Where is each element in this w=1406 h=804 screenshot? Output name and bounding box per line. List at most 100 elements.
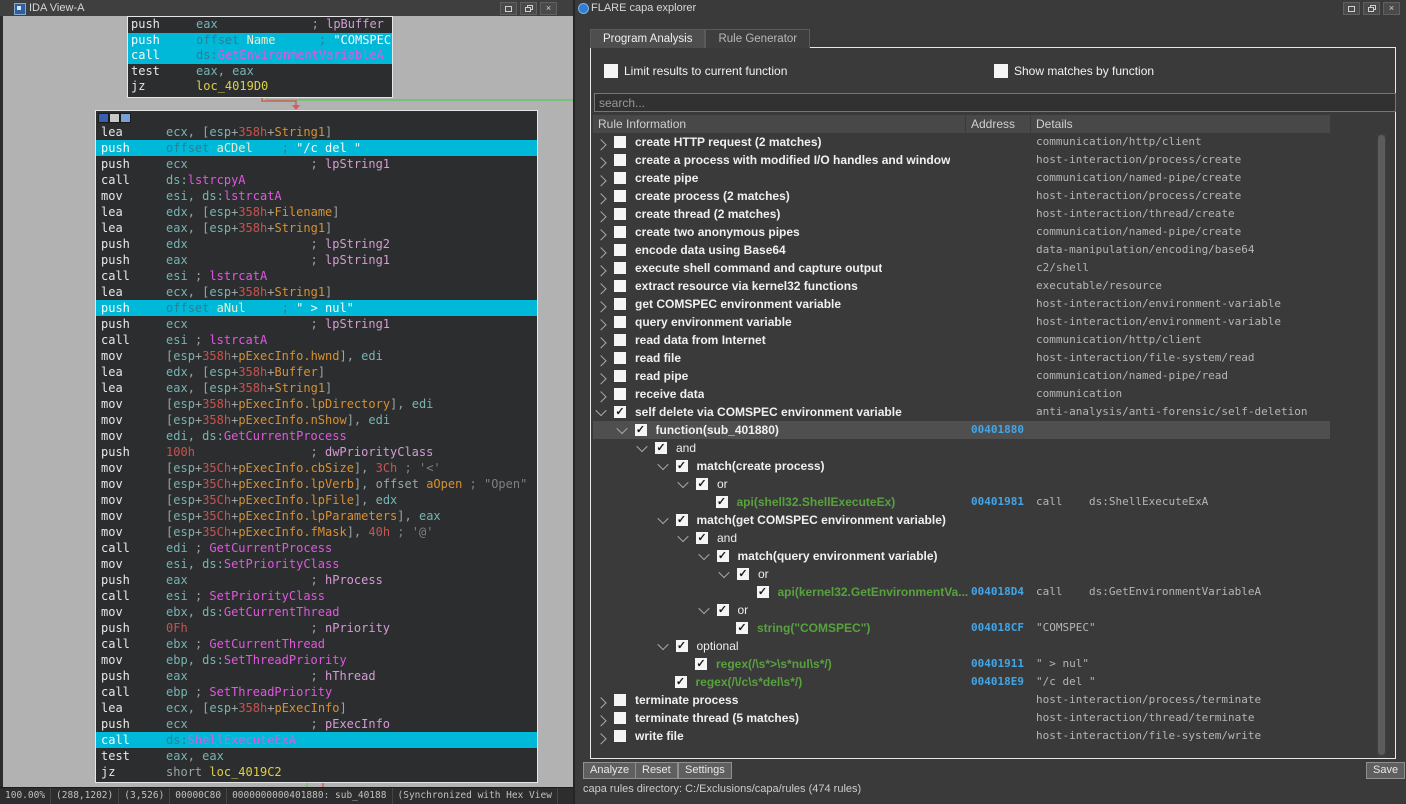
chevron-right-icon[interactable] — [595, 733, 607, 745]
rule-row[interactable]: create HTTP request (2 matches) communica… — [593, 133, 1330, 151]
asm-line[interactable]: mov esi, ds:lstrcatA — [96, 188, 537, 204]
column-header-rule-information[interactable]: Rule Information — [593, 115, 966, 133]
chevron-right-icon[interactable] — [595, 301, 607, 313]
row-checkbox[interactable] — [614, 280, 626, 292]
row-checkbox[interactable]: ✓ — [696, 478, 708, 490]
node-icon[interactable] — [109, 113, 120, 123]
row-checkbox[interactable] — [614, 172, 626, 184]
tree-row[interactable]: ✓ regex(/\s*>\s*nul\s*/) 00401911 " > nul" — [593, 655, 1330, 673]
rule-row[interactable]: create process (2 matches) host-interacti… — [593, 187, 1330, 205]
node-icon[interactable] — [98, 113, 109, 123]
asm-line[interactable]: push eax ; hThread — [96, 668, 537, 684]
asm-line[interactable]: push edx ; lpString2 — [96, 236, 537, 252]
asm-line[interactable]: mov [esp+35Ch+pExecInfo.cbSize], 3Ch ; '… — [96, 460, 537, 476]
rule-row[interactable]: create two anonymous pipes communication/… — [593, 223, 1330, 241]
chevron-down-icon[interactable] — [656, 638, 669, 651]
asm-line[interactable]: push ecx ; lpString1 — [96, 316, 537, 332]
capa-title-bar[interactable]: FLARE capa explorer × — [575, 0, 1406, 16]
asm-line[interactable]: lea ecx, [esp+358h+String1] — [96, 124, 537, 140]
tree-row[interactable]: ✓ and — [593, 529, 1330, 547]
asm-line[interactable]: push offset aNul ; " > nul" — [96, 300, 537, 316]
chevron-right-icon[interactable] — [595, 247, 607, 259]
chevron-right-icon[interactable] — [595, 373, 607, 385]
rule-row[interactable]: create a process with modified I/O handl… — [593, 151, 1330, 169]
tree-row[interactable]: ✓ or — [593, 475, 1330, 493]
asm-line[interactable]: push eax ; hProcess — [96, 572, 537, 588]
asm-line[interactable]: mov [esp+358h+pExecInfo.hwnd], edi — [96, 348, 537, 364]
asm-line[interactable]: lea eax, [esp+358h+String1] — [96, 380, 537, 396]
row-checkbox[interactable]: ✓ — [614, 406, 626, 418]
rule-row[interactable]: read data from Internet communication/htt… — [593, 331, 1330, 349]
rule-row[interactable]: extract resource via kernel32 functions e… — [593, 277, 1330, 295]
asm-line[interactable]: test eax, eax — [96, 748, 537, 764]
row-checkbox[interactable]: ✓ — [716, 604, 729, 616]
ida-title-bar[interactable]: IDA View-A × — [0, 0, 573, 16]
chevron-right-icon[interactable] — [595, 715, 607, 727]
chevron-down-icon[interactable] — [656, 458, 669, 471]
asm-line[interactable]: test eax, eax — [128, 64, 392, 80]
chevron-down-icon[interactable] — [636, 440, 648, 453]
rule-row[interactable]: terminate process host-interaction/proces… — [593, 691, 1330, 709]
rule-row[interactable]: read pipe communication/named-pipe/read — [593, 367, 1330, 385]
chevron-right-icon[interactable] — [595, 391, 607, 403]
row-checkbox[interactable]: ✓ — [737, 568, 749, 580]
row-checkbox[interactable]: ✓ — [655, 442, 667, 454]
chevron-right-icon[interactable] — [595, 139, 607, 151]
asm-line[interactable]: call ds:ShellExecuteExA — [96, 732, 537, 748]
asm-line[interactable]: push 100h ; dwPriorityClass — [96, 444, 537, 460]
search-input[interactable] — [594, 93, 1396, 112]
chevron-right-icon[interactable] — [595, 355, 607, 367]
asm-line[interactable]: lea ecx, [esp+358h+pExecInfo] — [96, 700, 537, 716]
rule-row[interactable]: create pipe communication/named-pipe/crea… — [593, 169, 1330, 187]
asm-line[interactable]: mov [esp+358h+pExecInfo.lpDirectory], ed… — [96, 396, 537, 412]
row-checkbox[interactable]: ✓ — [675, 460, 688, 472]
row-checkbox[interactable] — [614, 712, 626, 724]
restore-icon[interactable] — [520, 2, 537, 15]
rule-row[interactable]: create thread (2 matches) host-interactio… — [593, 205, 1330, 223]
tree-row[interactable]: ✓ or — [593, 565, 1330, 583]
row-checkbox[interactable]: ✓ — [634, 424, 647, 436]
reset-button[interactable]: Reset — [635, 762, 678, 779]
limit-results-checkbox[interactable] — [604, 64, 618, 78]
rule-row[interactable]: receive data communication — [593, 385, 1330, 403]
asm-line[interactable]: lea edx, [esp+358h+Filename] — [96, 204, 537, 220]
chevron-right-icon[interactable] — [595, 697, 607, 709]
tree-row[interactable]: ✓ regex(/\/c\s*del\s*/) 004018E9 "/c del " — [593, 673, 1330, 691]
rule-row[interactable]: ✓ self delete via COMSPEC environment var… — [593, 403, 1330, 421]
analyze-button[interactable]: Analyze — [583, 762, 637, 779]
maximize-icon[interactable] — [1343, 2, 1360, 15]
tree-row[interactable]: ✓ string("COMSPEC") 004018CF "COMSPEC" — [593, 619, 1330, 637]
row-checkbox[interactable]: ✓ — [736, 622, 748, 634]
restore-icon[interactable] — [1363, 2, 1380, 15]
chevron-right-icon[interactable] — [595, 211, 607, 223]
row-checkbox[interactable] — [614, 388, 626, 400]
column-header-address[interactable]: Address — [966, 115, 1031, 133]
asm-line[interactable]: call ebx ; GetCurrentThread — [96, 636, 537, 652]
settings-button[interactable]: Settings — [678, 762, 732, 779]
asm-line[interactable]: lea ecx, [esp+358h+String1] — [96, 284, 537, 300]
node-icon[interactable] — [120, 113, 131, 123]
row-checkbox[interactable] — [614, 136, 626, 148]
asm-line[interactable]: mov [esp+35Ch+pExecInfo.fMask], 40h ; '@… — [96, 524, 537, 540]
row-checkbox[interactable]: ✓ — [696, 532, 708, 544]
rule-row[interactable]: terminate thread (5 matches) host-interac… — [593, 709, 1330, 727]
asm-line[interactable]: push ecx ; lpString1 — [96, 156, 537, 172]
tree-row[interactable]: ✓ match(query environment variable) — [593, 547, 1330, 565]
column-header-details[interactable]: Details — [1031, 115, 1330, 133]
asm-line[interactable]: mov [esp+35Ch+pExecInfo.lpFile], edx — [96, 492, 537, 508]
chevron-down-icon[interactable] — [697, 548, 710, 561]
asm-line[interactable]: call esi ; lstrcatA — [96, 332, 537, 348]
asm-line[interactable]: push eax ; lpString1 — [96, 252, 537, 268]
rule-row[interactable]: read file host-interaction/file-system/re… — [593, 349, 1330, 367]
chevron-down-icon[interactable] — [677, 530, 689, 543]
tree-row[interactable]: ✓ match(get COMSPEC environment variable) — [593, 511, 1330, 529]
asm-line[interactable]: mov [esp+35Ch+pExecInfo.lpVerb], offset … — [96, 476, 537, 492]
close-icon[interactable]: × — [540, 2, 557, 15]
asm-line[interactable]: jz loc_4019D0 — [128, 79, 392, 95]
row-checkbox[interactable] — [614, 316, 626, 328]
row-checkbox[interactable]: ✓ — [675, 640, 688, 652]
chevron-right-icon[interactable] — [595, 265, 607, 277]
chevron-right-icon[interactable] — [595, 319, 607, 331]
row-checkbox[interactable]: ✓ — [756, 586, 769, 598]
asm-line[interactable]: call ds:lstrcpyA — [96, 172, 537, 188]
